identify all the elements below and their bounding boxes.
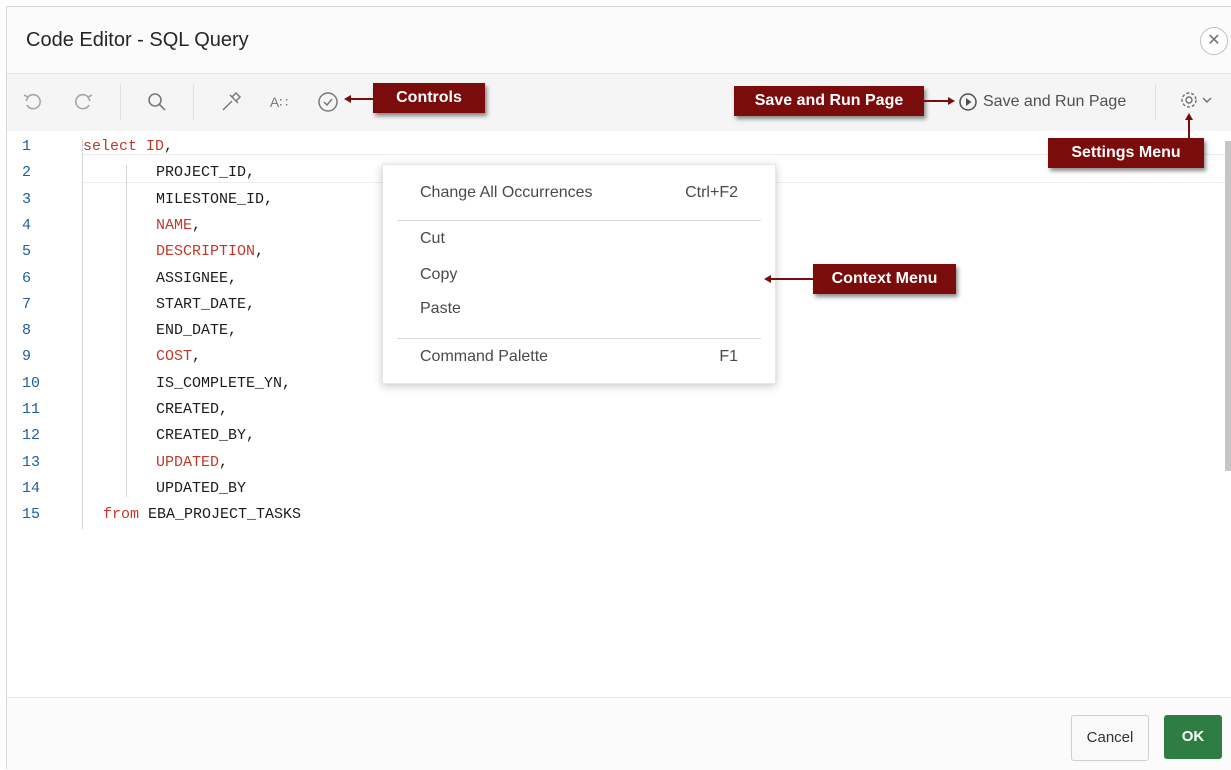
code-line: CREATED, bbox=[156, 401, 229, 418]
line-number: 6 bbox=[22, 269, 32, 287]
undo-icon[interactable] bbox=[21, 90, 45, 114]
context-arrow bbox=[764, 275, 813, 283]
dialog-header: Code Editor - SQL Query ✕ bbox=[7, 7, 1231, 73]
cancel-button[interactable]: Cancel bbox=[1071, 715, 1149, 761]
line-number: 5 bbox=[22, 243, 32, 261]
context-menu: Change All Occurrences Ctrl+F2 Cut Copy … bbox=[382, 164, 776, 384]
dialog-footer: Cancel OK bbox=[7, 697, 1231, 770]
line-number: 3 bbox=[22, 190, 32, 208]
toolbar-divider bbox=[1155, 84, 1156, 120]
code-line: ASSIGNEE, bbox=[156, 269, 238, 287]
chevron-down-icon bbox=[1202, 97, 1212, 103]
code-line: UPDATED_BY bbox=[156, 479, 247, 497]
menu-divider bbox=[397, 338, 761, 339]
menu-shortcut: Ctrl+F2 bbox=[685, 184, 738, 201]
redo-icon[interactable] bbox=[71, 90, 95, 114]
code-line: NAME, bbox=[156, 216, 202, 234]
sql-column: COST bbox=[156, 348, 193, 366]
play-icon bbox=[959, 93, 977, 111]
controls-callout: Controls bbox=[373, 83, 485, 113]
line-number: 15 bbox=[22, 506, 41, 524]
save-run-callout: Save and Run Page bbox=[734, 86, 924, 116]
context-callout: Context Menu bbox=[813, 264, 956, 294]
code-line: CREATED_BY, bbox=[156, 427, 256, 445]
settings-arrow bbox=[1185, 113, 1193, 139]
menu-shortcut: F1 bbox=[719, 348, 738, 365]
save-and-run-button[interactable]: Save and Run Page bbox=[959, 90, 1126, 114]
indent-guide bbox=[82, 139, 83, 529]
code-line: select ID, bbox=[83, 138, 174, 155]
editor-toolbar: A∷ Save and Run Page bbox=[7, 73, 1231, 132]
line-number: 13 bbox=[22, 453, 41, 471]
search-icon[interactable] bbox=[145, 90, 169, 114]
sql-column: UPDATED bbox=[156, 453, 220, 471]
sql-column: ID bbox=[146, 138, 165, 155]
autocomplete-icon[interactable]: A∷ bbox=[267, 90, 291, 114]
line-number: 7 bbox=[22, 295, 32, 313]
line-number: 9 bbox=[22, 348, 32, 366]
controls-arrow bbox=[344, 95, 373, 103]
line-number: 11 bbox=[22, 401, 41, 418]
code-editor-dialog: Code Editor - SQL Query ✕ A∷ Save and Ru… bbox=[6, 6, 1231, 770]
settings-menu-button[interactable] bbox=[1179, 90, 1213, 110]
validate-icon[interactable] bbox=[316, 90, 340, 114]
gear-icon bbox=[1181, 92, 1197, 108]
menu-divider bbox=[397, 220, 761, 221]
sql-column: NAME bbox=[156, 216, 193, 234]
code-line: UPDATED, bbox=[156, 453, 229, 471]
line-number: 14 bbox=[22, 479, 41, 497]
save-run-arrow bbox=[924, 97, 955, 105]
sql-keyword: select bbox=[83, 138, 138, 155]
line-number: 12 bbox=[22, 427, 41, 445]
indent-guide bbox=[126, 165, 127, 497]
line-number: 10 bbox=[22, 374, 41, 392]
code-line: START_DATE, bbox=[156, 295, 256, 313]
close-icon[interactable]: ✕ bbox=[1200, 27, 1228, 55]
line-number: 2 bbox=[22, 164, 32, 182]
menu-item-cut[interactable]: Cut bbox=[420, 230, 445, 248]
menu-item-change-all-occurrences[interactable]: Change All Occurrences bbox=[420, 184, 593, 202]
toolbar-divider bbox=[120, 84, 121, 120]
code-line: IS_COMPLETE_YN, bbox=[156, 374, 292, 392]
menu-item-command-palette[interactable]: Command Palette bbox=[420, 348, 548, 366]
settings-callout: Settings Menu bbox=[1048, 138, 1204, 168]
line-number: 8 bbox=[22, 322, 32, 340]
line-number: 1 bbox=[22, 138, 32, 155]
line-number: 4 bbox=[22, 216, 32, 234]
menu-item-copy[interactable]: Copy bbox=[420, 266, 457, 284]
editor-scrollbar[interactable] bbox=[1225, 141, 1231, 471]
code-line: END_DATE, bbox=[156, 322, 238, 340]
sql-column: DESCRIPTION bbox=[156, 243, 256, 261]
ok-button[interactable]: OK bbox=[1164, 715, 1222, 759]
sql-keyword: from bbox=[103, 506, 140, 524]
dialog-title: Code Editor - SQL Query bbox=[26, 29, 249, 51]
save-and-run-label: Save and Run Page bbox=[983, 93, 1127, 110]
code-line: COST, bbox=[156, 348, 202, 366]
format-icon[interactable] bbox=[219, 90, 243, 114]
code-line: from EBA_PROJECT_TASKS bbox=[103, 506, 302, 524]
toolbar-divider bbox=[193, 84, 194, 120]
code-line: PROJECT_ID, bbox=[156, 164, 256, 182]
menu-item-paste[interactable]: Paste bbox=[420, 300, 461, 318]
code-line: MILESTONE_ID, bbox=[156, 190, 274, 208]
code-line: DESCRIPTION, bbox=[156, 243, 265, 261]
